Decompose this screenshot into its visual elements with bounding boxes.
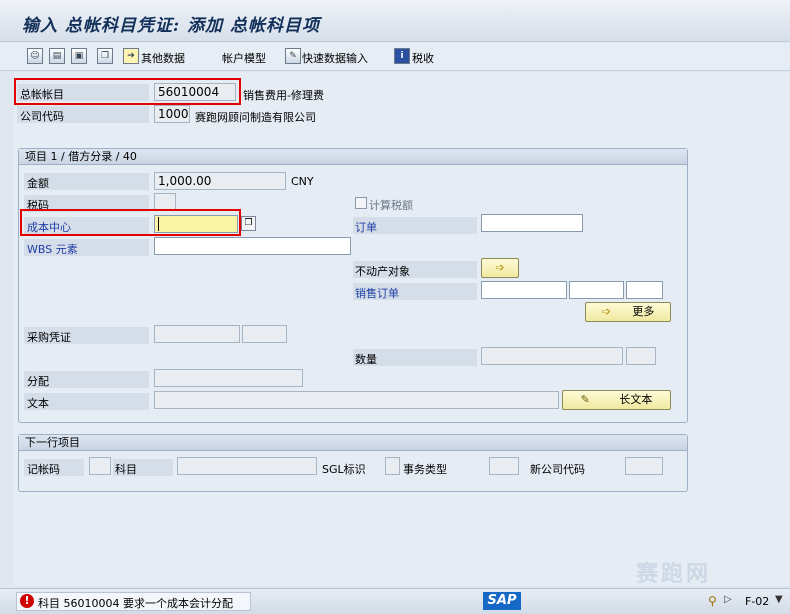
- posting-key-label: 记帐码: [27, 463, 60, 476]
- currency-label: CNY: [291, 175, 314, 188]
- amount-field[interactable]: 1,000.00: [154, 172, 286, 190]
- order-label: 订单: [355, 221, 377, 234]
- other-data-button[interactable]: 其他数据: [141, 50, 185, 66]
- sap-logo: SAP: [483, 592, 521, 610]
- long-text-button[interactable]: ✎ 长文本: [562, 390, 671, 410]
- company-code-field[interactable]: 1000: [154, 105, 190, 123]
- next-item-group-title: 下一行项目: [19, 435, 687, 451]
- help-icon[interactable]: ⚲: [708, 594, 717, 608]
- gl-account-highlight: [14, 78, 241, 105]
- arrow-icon[interactable]: ➔: [123, 48, 139, 64]
- sales-order-item-input[interactable]: [569, 281, 624, 299]
- wbs-input[interactable]: [154, 237, 351, 255]
- real-estate-label: 不动产对象: [355, 265, 410, 278]
- calculate-tax-checkbox[interactable]: [355, 197, 367, 209]
- sgl-label: SGL标识: [322, 463, 366, 476]
- item-group-title: 项目 1 / 借方分录 / 40: [19, 149, 687, 165]
- text-label: 文本: [27, 397, 49, 410]
- arrow-right-icon: ➩: [601, 305, 611, 318]
- transaction-type-field[interactable]: [489, 457, 519, 475]
- quantity-unit-field[interactable]: [626, 347, 656, 365]
- person-icon[interactable]: ☺: [27, 48, 43, 64]
- more-button-label: 更多: [632, 305, 655, 318]
- sales-order-input[interactable]: [481, 281, 567, 299]
- chevron-down-icon[interactable]: ▼: [775, 594, 783, 605]
- assignment-label: 分配: [27, 375, 49, 388]
- sales-order-schedule-input[interactable]: [626, 281, 663, 299]
- sgl-field[interactable]: [385, 457, 400, 475]
- watermark: 赛跑网: [636, 562, 712, 587]
- error-icon: !: [20, 594, 34, 608]
- info-icon[interactable]: i: [394, 48, 410, 64]
- account-label: 科目: [115, 463, 137, 476]
- copy-icon[interactable]: ❐: [97, 48, 113, 64]
- quantity-field[interactable]: [481, 347, 623, 365]
- pencil-icon[interactable]: ✎: [285, 48, 301, 64]
- wbs-label: WBS 元素: [27, 243, 78, 256]
- calculate-tax-label: 计算税额: [369, 199, 413, 212]
- order-input[interactable]: [481, 214, 583, 232]
- transaction-type-label: 事务类型: [403, 463, 447, 476]
- tax-button[interactable]: 税收: [412, 50, 434, 66]
- purchase-doc-item-field[interactable]: [242, 325, 287, 343]
- status-message: 科目 56010004 要求一个成本会计分配: [38, 597, 233, 610]
- company-code-label: 公司代码: [20, 110, 64, 123]
- purchase-doc-label: 采购凭证: [27, 331, 71, 344]
- play-icon[interactable]: ▷: [724, 594, 732, 605]
- cost-center-highlight: [20, 209, 241, 236]
- account-model-button[interactable]: 帐户模型: [222, 50, 266, 66]
- gl-account-description: 销售费用-修理费: [243, 89, 324, 102]
- document-icon[interactable]: ▤: [49, 48, 65, 64]
- text-field[interactable]: [154, 391, 559, 409]
- arrow-right-icon: ➩: [495, 261, 505, 274]
- pencil-icon: ✎: [580, 393, 590, 406]
- more-button[interactable]: ➩ 更多: [585, 302, 671, 322]
- long-text-button-label: 长文本: [619, 393, 653, 406]
- new-company-code-field[interactable]: [625, 457, 663, 475]
- purchase-doc-field[interactable]: [154, 325, 240, 343]
- company-code-description: 赛跑网顾问制造有限公司: [195, 111, 316, 124]
- sales-order-label: 销售订单: [355, 287, 399, 300]
- transaction-code: F-02: [745, 595, 770, 608]
- real-estate-button[interactable]: ➩: [481, 258, 519, 278]
- quantity-label: 数量: [355, 353, 377, 366]
- assignment-field[interactable]: [154, 369, 303, 387]
- account-field[interactable]: [177, 457, 317, 475]
- window-title: 输入 总帐科目凭证: 添加 总帐科目项: [22, 16, 321, 36]
- amount-label: 金额: [27, 177, 49, 190]
- value-help-icon[interactable]: ❐: [241, 216, 256, 231]
- save-icon[interactable]: ▣: [71, 48, 87, 64]
- posting-key-field[interactable]: [89, 457, 111, 475]
- fast-entry-button[interactable]: 快速数据输入: [302, 50, 368, 66]
- new-company-code-label: 新公司代码: [530, 463, 585, 476]
